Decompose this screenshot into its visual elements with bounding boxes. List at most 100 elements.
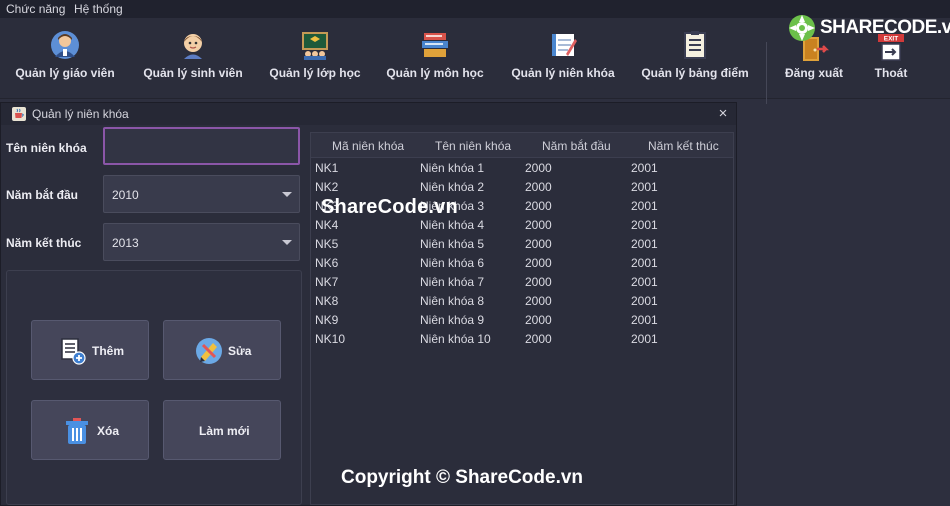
java-cup-icon [12, 107, 26, 121]
add-list-icon [61, 338, 86, 365]
add-button[interactable]: Thêm [31, 320, 149, 380]
menu-he-thong[interactable]: Hệ thống [74, 2, 123, 16]
end-year-value: 2013 [112, 236, 139, 250]
sharecode-logo-icon [789, 15, 815, 41]
table-cell: NK1 [315, 161, 339, 175]
column-header[interactable]: Mã niên khóa [332, 139, 404, 153]
table-cell: 2001 [631, 256, 658, 270]
table-cell: 2001 [631, 218, 658, 232]
table-cell: 2000 [525, 199, 552, 213]
table-row[interactable]: NK5 Niên khóa 5 2000 2001 [311, 235, 733, 254]
watermark-copyright: Copyright © ShareCode.vn [341, 467, 584, 488]
teacher-icon [51, 31, 79, 59]
column-header[interactable]: Tên niên khóa [435, 139, 511, 153]
table-row[interactable]: NK10 Niên khóa 10 2000 2001 [311, 330, 733, 349]
table-row[interactable]: NK8 Niên khóa 8 2000 2001 [311, 292, 733, 311]
toolbar-class-button[interactable]: Quản lý lớp học [262, 18, 368, 98]
toolbar-logout-label: Đăng xuất [784, 66, 843, 80]
table-cell: Niên khóa 6 [420, 256, 485, 270]
table-header: Mã niên khóa Tên niên khóa Năm bắt đầu N… [311, 133, 733, 158]
table-cell: 2001 [631, 275, 658, 289]
scoreboard-icon [684, 31, 706, 59]
table-cell: Niên khóa 8 [420, 294, 485, 308]
delete-button[interactable]: Xóa [31, 400, 149, 460]
table-cell: 2001 [631, 161, 658, 175]
course-year-name-input[interactable] [103, 127, 300, 165]
table-cell: Niên khóa 9 [420, 313, 485, 327]
refresh-button[interactable]: Làm mới [163, 400, 281, 460]
table-cell: NK2 [315, 180, 339, 194]
table-cell: 2001 [631, 199, 658, 213]
table-cell: NK7 [315, 275, 339, 289]
toolbar-separator [766, 42, 767, 104]
table-cell: 2001 [631, 237, 658, 251]
toolbar-grades-label: Quản lý bảng điểm [641, 66, 749, 80]
table-cell: Niên khóa 2 [420, 180, 485, 194]
table-cell: NK8 [315, 294, 339, 308]
column-header[interactable]: Năm kết thúc [648, 139, 719, 153]
table-cell: 2001 [631, 294, 658, 308]
watermark-center: ShareCode.vn [321, 196, 458, 218]
table-cell: 2000 [525, 237, 552, 251]
table-cell: Niên khóa 1 [420, 161, 485, 175]
table-cell: Niên khóa 7 [420, 275, 485, 289]
toolbar-year-label: Quản lý niên khóa [511, 66, 615, 80]
table-cell: Niên khóa 5 [420, 237, 485, 251]
edit-button-label: Sửa [228, 344, 252, 358]
menu-chuc-nang[interactable]: Chức năng [6, 2, 65, 16]
table-cell: 2001 [631, 332, 658, 346]
toolbar-year-button[interactable]: Quản lý niên khóa [506, 18, 620, 98]
table-cell: 2001 [631, 313, 658, 327]
classroom-icon [302, 32, 328, 60]
refresh-button-label: Làm mới [199, 424, 250, 438]
toolbar-grades-button[interactable]: Quản lý bảng điểm [640, 18, 750, 98]
sharecode-logo-text: SHARECODE.vn [820, 17, 950, 38]
table-cell: 2000 [525, 161, 552, 175]
table-row[interactable]: NK6 Niên khóa 6 2000 2001 [311, 254, 733, 273]
toolbar-class-label: Quản lý lớp học [269, 66, 361, 80]
edit-button[interactable]: Sửa [163, 320, 281, 380]
table-cell: 2000 [525, 294, 552, 308]
table-cell: NK6 [315, 256, 339, 270]
notebook-icon [552, 34, 577, 56]
toolbar-student-label: Quản lý sinh viên [143, 66, 243, 80]
table-cell: 2000 [525, 218, 552, 232]
start-year-label: Năm bắt đầu [6, 188, 79, 202]
toolbar-student-button[interactable]: Quản lý sinh viên [138, 18, 248, 98]
add-button-label: Thêm [92, 344, 125, 358]
table-cell: 2000 [525, 256, 552, 270]
table-row[interactable]: NK1 Niên khóa 1 2000 2001 [311, 159, 733, 178]
table-cell: 2001 [631, 180, 658, 194]
course-year-name-label: Tên niên khóa [6, 141, 87, 155]
edit-icon [196, 338, 222, 364]
table-cell: Niên khóa 4 [420, 218, 485, 232]
course-year-table[interactable]: Mã niên khóa Tên niên khóa Năm bắt đầu N… [310, 132, 734, 505]
table-row[interactable]: NK2 Niên khóa 2 2000 2001 [311, 178, 733, 197]
delete-button-label: Xóa [97, 424, 120, 438]
column-header[interactable]: Năm bắt đầu [542, 139, 611, 153]
window-titlebar: Quản lý niên khóa × [1, 103, 736, 125]
table-row[interactable]: NK9 Niên khóa 9 2000 2001 [311, 311, 733, 330]
table-row[interactable]: NK7 Niên khóa 7 2000 2001 [311, 273, 733, 292]
chevron-down-icon [282, 192, 292, 197]
table-cell: NK9 [315, 313, 339, 327]
table-cell: NK10 [315, 332, 346, 346]
end-year-label: Năm kết thúc [6, 236, 82, 250]
window-title: Quản lý niên khóa [32, 107, 129, 121]
toolbar-teacher-label: Quản lý giáo viên [15, 66, 115, 80]
table-cell: 2000 [525, 332, 552, 346]
action-button-panel: Thêm Sửa Xóa Làm mới [6, 270, 302, 505]
toolbar-subject-label: Quản lý môn học [386, 66, 484, 80]
start-year-select[interactable]: 2010 [103, 175, 300, 213]
student-icon [184, 34, 202, 59]
toolbar-subject-button[interactable]: Quản lý môn học [384, 18, 486, 98]
table-cell: NK5 [315, 237, 339, 251]
course-year-window: Quản lý niên khóa × Tên niên khóa Năm bắ… [0, 102, 737, 506]
table-cell: 2000 [525, 313, 552, 327]
toolbar-teacher-button[interactable]: Quản lý giáo viên [10, 18, 120, 98]
books-icon [422, 33, 448, 57]
toolbar-exit-label: Thoát [874, 66, 908, 80]
window-close-button[interactable]: × [713, 104, 733, 124]
end-year-select[interactable]: 2013 [103, 223, 300, 261]
start-year-value: 2010 [112, 188, 139, 202]
